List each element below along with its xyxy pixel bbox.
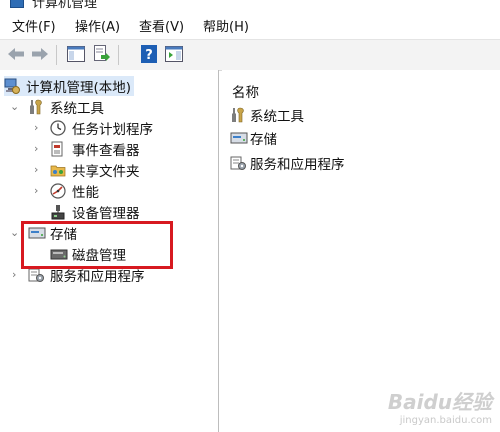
window-title: 计算机管理 — [32, 0, 98, 11]
performance-icon — [50, 183, 66, 199]
watermark-main: Baidu经验 — [387, 390, 492, 414]
menu-help[interactable]: 帮助(H) — [203, 16, 249, 35]
tree-item-label: 性能 — [72, 185, 99, 201]
forward-arrow-icon[interactable] — [30, 44, 50, 64]
chevron-down-icon[interactable]: ⌄ — [10, 101, 20, 112]
toolbar-separator — [56, 45, 57, 65]
list-item-label: 存储 — [250, 132, 277, 148]
tree-item-task-scheduler[interactable]: 任务计划程序 — [50, 118, 153, 138]
tree-root-label: 计算机管理(本地) — [26, 80, 132, 96]
tools-icon — [28, 99, 44, 115]
toolbar: ? — [0, 39, 500, 71]
svg-text:?: ? — [145, 48, 153, 63]
chevron-right-icon[interactable]: › — [12, 269, 22, 280]
tree-item-device-manager[interactable]: 设备管理器 — [50, 202, 140, 222]
chevron-right-icon[interactable]: › — [34, 164, 44, 175]
column-header-name[interactable]: 名称 — [232, 81, 259, 101]
list-item-services-apps[interactable]: 服务和应用程序 — [230, 153, 345, 173]
menu-action[interactable]: 操作(A) — [75, 16, 120, 35]
tree-item-label: 共享文件夹 — [72, 164, 140, 180]
computer-management-icon — [4, 78, 20, 94]
action-pane-icon[interactable] — [164, 44, 184, 64]
toolbar-separator — [118, 45, 119, 65]
storage-icon — [230, 130, 248, 146]
highlight-annotation-box — [21, 221, 173, 269]
menu-bar: 文件(F) 操作(A) 查看(V) 帮助(H) — [0, 11, 500, 39]
tree-item-system-tools[interactable]: 系统工具 — [28, 97, 104, 117]
device-manager-icon — [50, 204, 66, 220]
chevron-right-icon[interactable]: › — [34, 143, 44, 154]
list-item-storage[interactable]: 存储 — [230, 128, 277, 148]
help-icon[interactable]: ? — [139, 44, 159, 64]
export-list-icon[interactable] — [92, 44, 112, 64]
tree-item-label: 事件查看器 — [72, 143, 140, 159]
chevron-down-icon[interactable]: ⌄ — [10, 227, 20, 238]
chevron-right-icon[interactable]: › — [34, 122, 44, 133]
tree-item-event-viewer[interactable]: 事件查看器 — [50, 139, 140, 159]
services-icon — [28, 267, 44, 283]
title-bar: 计算机管理 — [0, 0, 500, 11]
baidu-jingyan-watermark: Baidu经验 jingyan.baidu.com — [388, 386, 492, 426]
tree-item-label: 系统工具 — [50, 101, 104, 117]
show-hide-console-tree-icon[interactable] — [66, 44, 86, 64]
computer-management-app-icon — [10, 0, 24, 8]
tree-item-label: 设备管理器 — [72, 206, 140, 222]
tree-root[interactable]: 计算机管理(本地) — [4, 76, 135, 96]
event-viewer-icon — [50, 141, 66, 157]
list-item-label: 系统工具 — [250, 109, 304, 125]
clock-icon — [50, 120, 66, 136]
tree-item-label: 任务计划程序 — [72, 122, 153, 138]
tools-icon — [230, 107, 246, 123]
watermark-url: jingyan.baidu.com — [399, 415, 492, 426]
list-item-label: 服务和应用程序 — [250, 157, 345, 173]
menu-view[interactable]: 查看(V) — [139, 16, 184, 35]
menu-file[interactable]: 文件(F) — [12, 16, 56, 35]
back-arrow-icon[interactable] — [6, 44, 26, 64]
tree-item-performance[interactable]: 性能 — [50, 181, 99, 201]
chevron-right-icon[interactable]: › — [34, 185, 44, 196]
shared-folder-icon — [50, 162, 66, 178]
tree-item-shared-folders[interactable]: 共享文件夹 — [50, 160, 140, 180]
services-icon — [230, 155, 246, 171]
list-item-system-tools[interactable]: 系统工具 — [230, 105, 304, 125]
